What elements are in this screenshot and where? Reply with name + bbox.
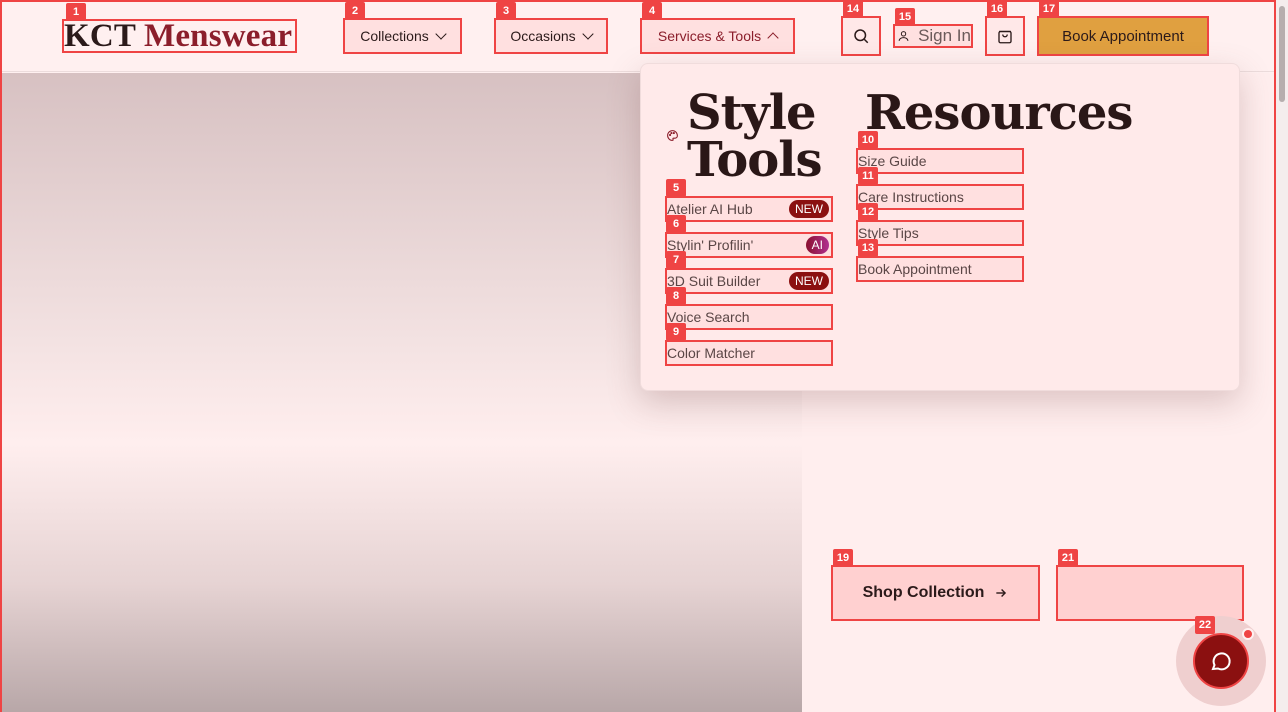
menu-item-label: Book Appointment	[858, 261, 972, 277]
menu-item-label: Color Matcher	[667, 345, 755, 361]
menu-item-style-tips[interactable]: Style Tips	[856, 220, 1024, 246]
resources-heading: Resources	[865, 85, 1133, 141]
palette-icon	[667, 130, 678, 141]
menu-item-stylin-profilin[interactable]: Stylin' Profilin' AI	[665, 232, 833, 258]
annotation-tag: 6	[666, 215, 686, 233]
services-tools-dropdown: Style Tools Resources Atelier AI Hub NEW…	[640, 63, 1240, 391]
nav-services-label: Services & Tools	[657, 28, 762, 44]
book-appointment-button[interactable]: Book Appointment	[1037, 16, 1209, 56]
new-badge: NEW	[789, 200, 829, 218]
annotation-tag: 10	[858, 131, 878, 149]
brand-logo-part2: Menswear	[143, 18, 293, 54]
nav-occasions-label: Occasions	[510, 28, 576, 44]
style-tools-heading-line2: Tools	[687, 132, 822, 188]
brand-logo-part1: KCT	[64, 18, 136, 54]
shopping-bag-icon	[998, 30, 1012, 44]
brand-logo[interactable]: KCT Menswear	[62, 18, 297, 54]
menu-item-voice-search[interactable]: Voice Search	[665, 304, 833, 330]
chevron-up-icon	[767, 32, 779, 44]
annotation-tag: 15	[895, 8, 915, 26]
shop-collection-label: Shop Collection	[862, 584, 985, 601]
annotation-tag: 9	[666, 323, 686, 341]
nav-collections-label: Collections	[360, 28, 429, 44]
annotation-tag: 13	[858, 239, 878, 257]
annotation-tag: 21	[1058, 549, 1078, 567]
style-tools-heading: Style Tools	[687, 85, 822, 188]
menu-item-care-instructions[interactable]: Care Instructions	[856, 184, 1024, 210]
secondary-cta-button[interactable]	[1056, 565, 1244, 621]
annotation-tag: 17	[1039, 0, 1059, 18]
annotation-tag: 5	[666, 179, 686, 197]
search-icon	[854, 29, 869, 44]
chevron-down-icon	[582, 28, 594, 40]
search-button[interactable]	[841, 16, 881, 56]
menu-item-3d-suit-builder[interactable]: 3D Suit Builder NEW	[665, 268, 833, 294]
annotation-tag: 22	[1195, 616, 1215, 634]
cart-button[interactable]	[985, 16, 1025, 56]
page-scrollbar[interactable]	[1276, 0, 1288, 712]
arrow-right-icon	[996, 589, 1007, 597]
menu-item-size-guide[interactable]: Size Guide	[856, 148, 1024, 174]
new-badge: NEW	[789, 272, 829, 290]
notification-dot	[1242, 628, 1254, 640]
nav-services-tools[interactable]: Services & Tools	[640, 18, 795, 54]
chat-bubble-icon	[1211, 652, 1231, 671]
chat-button[interactable]	[1193, 633, 1249, 689]
user-icon	[898, 31, 909, 41]
annotation-tag: 14	[843, 0, 863, 18]
menu-item-atelier-ai-hub[interactable]: Atelier AI Hub NEW	[665, 196, 833, 222]
annotation-tag: 16	[987, 0, 1007, 18]
menu-item-book-appointment[interactable]: Book Appointment	[856, 256, 1024, 282]
annotation-tag: 1	[66, 3, 86, 21]
annotation-tag: 7	[666, 251, 686, 269]
annotation-tag: 12	[858, 203, 878, 221]
shop-collection-button[interactable]: Shop Collection	[831, 565, 1040, 621]
nav-occasions[interactable]: Occasions	[494, 18, 608, 54]
chevron-down-icon	[435, 28, 447, 40]
nav-collections[interactable]: Collections	[343, 18, 462, 54]
style-tools-heading-line1: Style	[687, 85, 816, 141]
menu-item-color-matcher[interactable]: Color Matcher	[665, 340, 833, 366]
annotation-tag: 4	[642, 2, 662, 20]
sign-in-button[interactable]: Sign In	[893, 24, 973, 48]
scrollbar-thumb[interactable]	[1279, 6, 1285, 102]
sign-in-label: Sign In	[918, 26, 971, 45]
annotation-tag: 19	[833, 549, 853, 567]
annotation-tag: 8	[666, 287, 686, 305]
annotation-tag: 11	[858, 167, 878, 185]
annotation-tag: 3	[496, 2, 516, 20]
site-header: KCT Menswear Collections Occasions Servi…	[0, 0, 1276, 72]
annotation-tag: 2	[345, 2, 365, 20]
ai-badge: AI	[805, 236, 829, 254]
